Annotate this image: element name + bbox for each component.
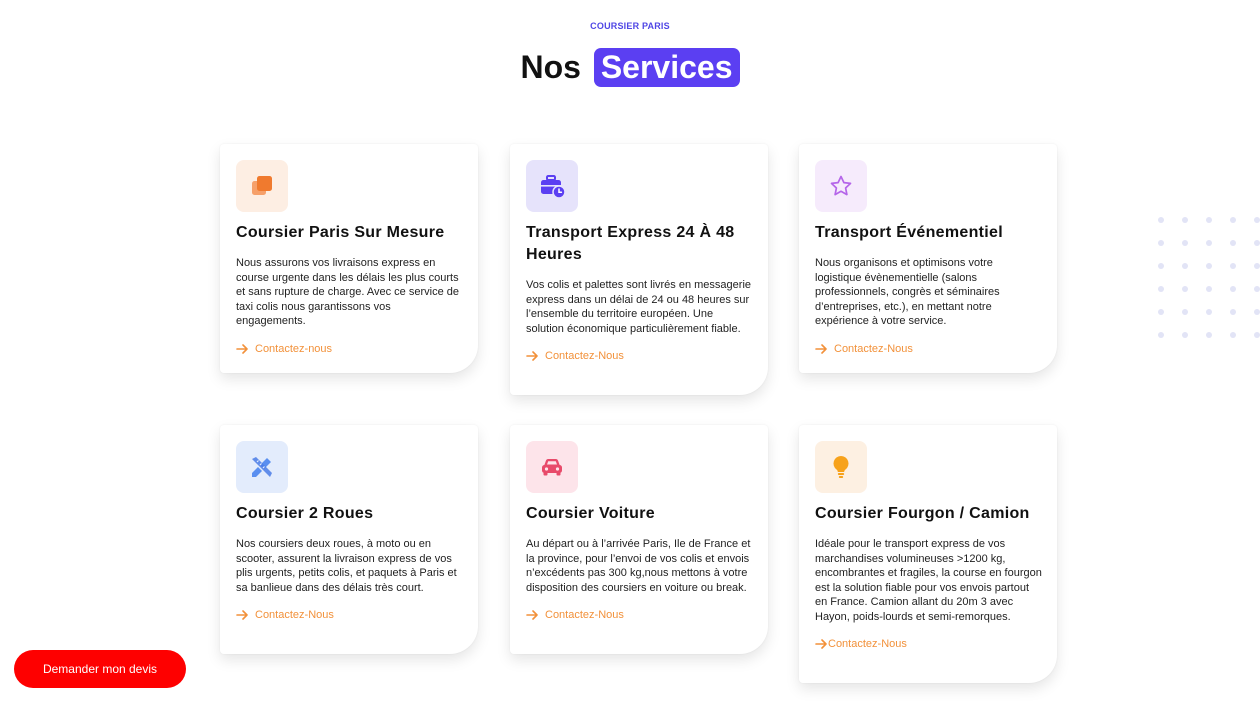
arrow-right-icon [526, 351, 538, 361]
contact-link[interactable]: Contactez-Nous [526, 609, 753, 621]
car-icon [542, 459, 562, 476]
contact-link[interactable]: Contactez-Nous [236, 609, 463, 621]
service-description: Nous organisons et optimisons votre logi… [815, 257, 1000, 327]
pencil-ruler-icon [252, 457, 272, 477]
section-title-highlight: Services [593, 48, 740, 87]
contact-link[interactable]: Contactez-Nous [815, 343, 1042, 355]
service-icon-box [526, 441, 578, 493]
service-card-fourgon: Coursier Fourgon / Camion Idéale pour le… [799, 425, 1057, 683]
lightbulb-icon [833, 456, 849, 478]
contact-link[interactable]: Contactez-Nous [815, 638, 1042, 650]
service-description: Vos colis et palettes sont livrés en mes… [526, 279, 752, 335]
section-eyebrow: COURSIER PARIS [590, 21, 670, 31]
arrow-right-icon [815, 343, 827, 354]
service-card-express: Transport Express 24 À 48 Heures Vos col… [510, 144, 768, 395]
service-icon-box [815, 160, 867, 212]
contact-link[interactable]: Contactez-Nous [526, 350, 753, 362]
contact-link-label: Contactez-Nous [545, 609, 624, 621]
service-description: Nous assurons vos livraisons express en … [236, 257, 459, 327]
contact-link[interactable]: Contactez-nous [236, 343, 463, 355]
arrow-right-icon [236, 343, 248, 354]
service-icon-box [526, 160, 578, 212]
copy-icon [252, 176, 272, 195]
contact-link-label: Contactez-Nous [255, 609, 334, 621]
request-quote-button[interactable]: Demander mon devis [14, 650, 186, 688]
service-title: Transport Express 24 À 48 Heures [526, 224, 735, 263]
service-description: Nos coursiers deux roues, à moto ou en s… [236, 538, 457, 594]
section-title-plain: Nos [520, 49, 581, 85]
contact-link-label: Contactez-Nous [834, 342, 913, 355]
arrow-right-icon [526, 610, 538, 620]
contact-link-label: Contactez-Nous [545, 350, 624, 362]
service-title: Coursier 2 Roues [236, 505, 374, 522]
service-title: Coursier Paris Sur Mesure [236, 224, 445, 241]
service-description: Idéale pour le transport express de vos … [815, 538, 1042, 623]
service-icon-box [236, 441, 288, 493]
arrow-right-icon [236, 610, 248, 620]
contact-link-label: Contactez-nous [255, 342, 333, 355]
service-title: Coursier Fourgon / Camion [815, 505, 1030, 522]
briefcase-clock-icon [541, 175, 566, 199]
section-title: Nos Services [0, 48, 1260, 87]
dot-pattern [1158, 217, 1260, 338]
service-title: Coursier Voiture [526, 505, 655, 522]
service-description: Au départ ou à l’arrivée Paris, Ile de F… [526, 538, 751, 594]
service-card-2-roues: Coursier 2 Roues Nos coursiers deux roue… [220, 425, 478, 654]
service-icon-box [236, 160, 288, 212]
service-card-sur-mesure: Coursier Paris Sur Mesure Nous assurons … [220, 144, 478, 373]
service-card-voiture: Coursier Voiture Au départ ou à l’arrivé… [510, 425, 768, 654]
service-title: Transport Événementiel [815, 224, 1003, 241]
service-icon-box [815, 441, 867, 493]
star-icon [830, 175, 852, 196]
arrow-right-icon [815, 639, 827, 649]
service-card-evenementiel: Transport Événementiel Nous organisons e… [799, 144, 1057, 373]
contact-link-label: Contactez-Nous [828, 638, 907, 650]
